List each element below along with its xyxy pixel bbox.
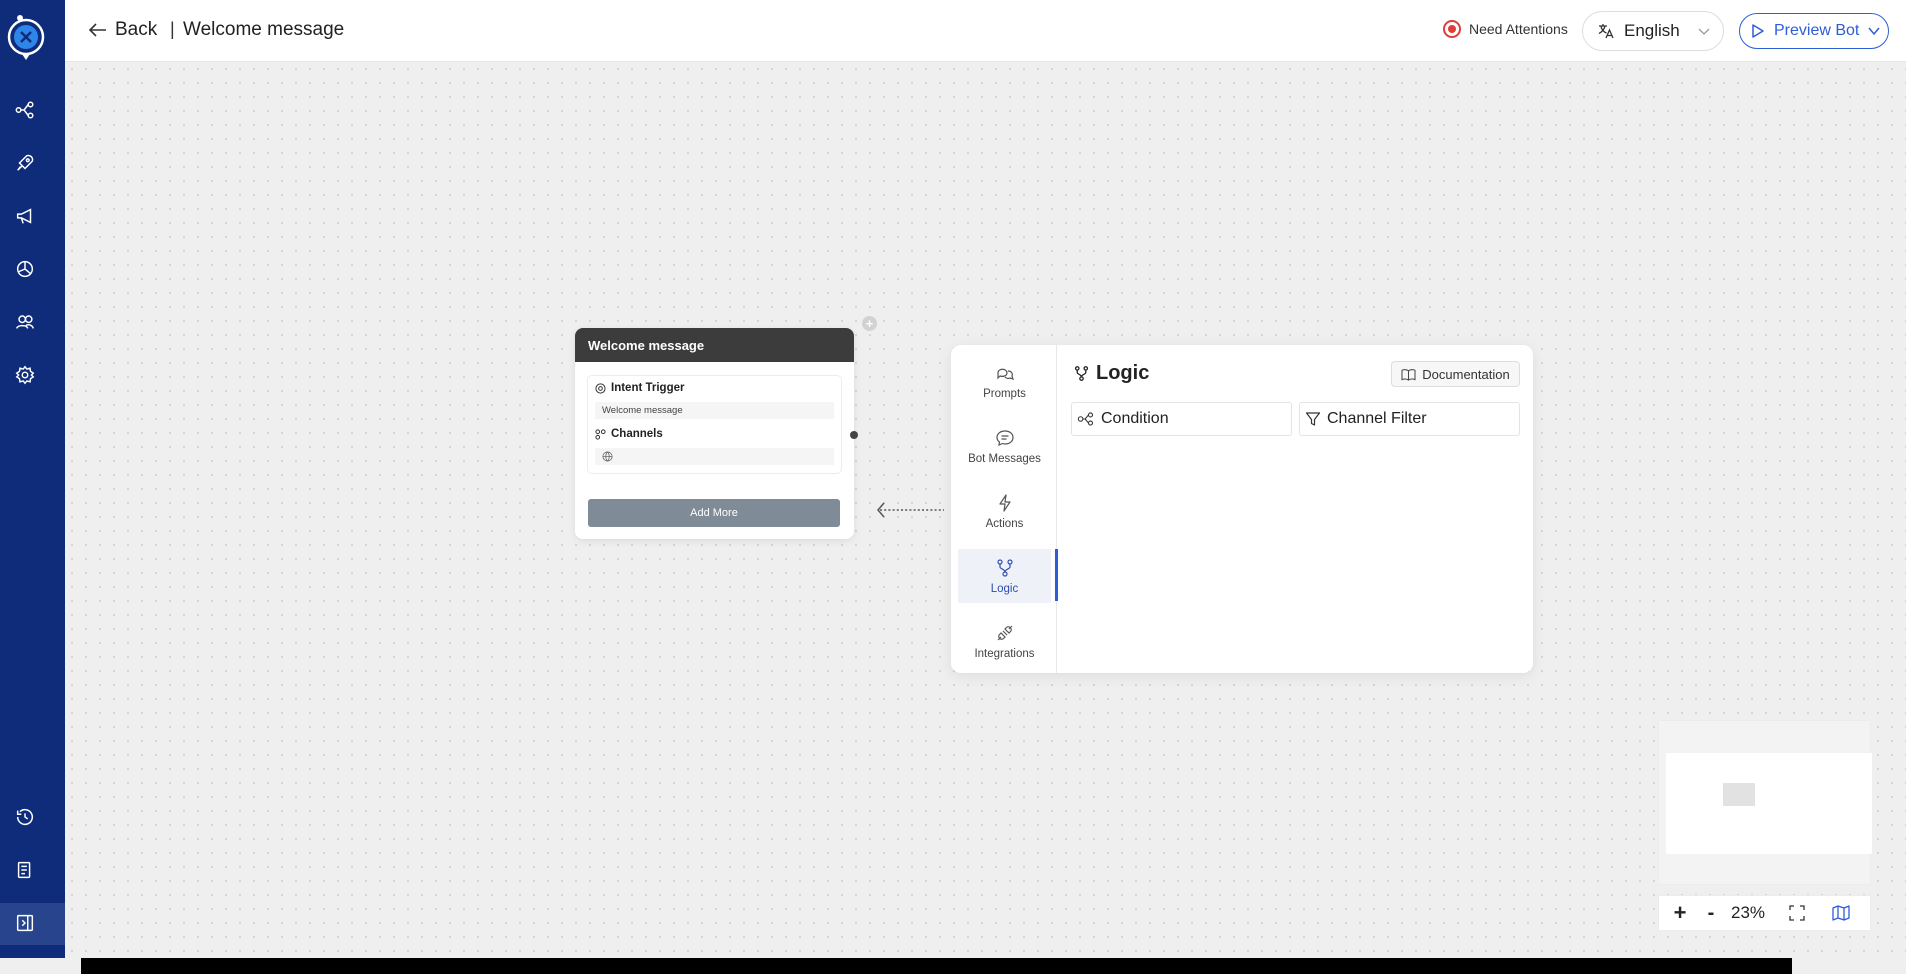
analytics-icon[interactable] — [12, 256, 38, 282]
chevron-down-icon — [1698, 28, 1710, 35]
fullscreen-icon — [1789, 905, 1805, 921]
minimap[interactable] — [1658, 720, 1872, 885]
intent-value: Welcome message — [595, 402, 834, 419]
nav-prompts[interactable]: Prompts — [958, 354, 1051, 408]
channels-label: Channels — [611, 428, 663, 440]
logo-icon[interactable] — [6, 12, 50, 64]
globe-icon — [602, 451, 613, 462]
zoom-out-button[interactable]: - — [1701, 895, 1721, 931]
node-content: Intent Trigger Welcome message Channels — [587, 375, 842, 474]
users-icon[interactable] — [12, 309, 38, 335]
channel-filter-label: Channel Filter — [1327, 410, 1427, 427]
zoom-level: 23% — [1721, 895, 1775, 931]
breadcrumb-separator: | — [170, 19, 175, 39]
chevron-down-icon — [1868, 27, 1880, 36]
chat-icon — [996, 368, 1014, 380]
condition-icon — [1077, 412, 1094, 426]
zoom-controls: + - 23% — [1658, 895, 1871, 931]
nav-actions-label: Actions — [985, 517, 1024, 530]
welcome-message-node[interactable]: Welcome message Intent Trigger Welcome m… — [575, 328, 854, 539]
nav-integrations[interactable]: Integrations — [958, 614, 1051, 668]
rocket-icon[interactable] — [12, 150, 38, 176]
nav-bot-messages-label: Bot Messages — [968, 452, 1041, 465]
connector-arrow — [877, 502, 944, 518]
megaphone-icon[interactable] — [12, 203, 38, 229]
collapse-icon[interactable] — [12, 910, 38, 936]
nav-bot-messages[interactable]: Bot Messages — [958, 419, 1051, 473]
zoom-in-button[interactable]: + — [1659, 895, 1701, 931]
condition-label: Condition — [1101, 410, 1169, 427]
nav-actions[interactable]: Actions — [958, 484, 1051, 538]
intent-trigger-label: Intent Trigger — [611, 382, 685, 394]
nav-logic[interactable]: Logic — [958, 549, 1051, 603]
preview-bot-label: Preview Bot — [1774, 22, 1860, 39]
filter-icon — [1305, 412, 1321, 426]
settings-icon[interactable] — [12, 362, 38, 388]
channels-heading: Channels — [595, 428, 663, 440]
panel-title-label: Logic — [1096, 362, 1150, 384]
sidebar — [0, 0, 65, 958]
target-icon — [595, 382, 606, 394]
lightning-icon — [998, 493, 1011, 512]
map-icon — [1832, 905, 1850, 921]
need-attentions-button[interactable]: Need Attentions — [1443, 20, 1568, 38]
nav-active-indicator — [1055, 549, 1058, 601]
logic-icon — [1074, 366, 1089, 381]
node-output-port[interactable] — [850, 431, 858, 439]
need-attentions-label: Need Attentions — [1469, 21, 1568, 37]
page-title: Welcome message — [183, 19, 345, 40]
book-icon — [1401, 368, 1416, 381]
arrow-left-icon — [89, 23, 106, 37]
channels-icon — [595, 428, 606, 440]
add-step-panel: Prompts Bot Messages Actions Logic Integ… — [951, 345, 1533, 673]
minimap-toggle-button[interactable] — [1819, 895, 1863, 931]
zoom-level-label: 23% — [1730, 903, 1766, 922]
channel-filter-option[interactable]: Channel Filter — [1299, 402, 1520, 436]
play-icon — [1752, 24, 1764, 38]
plug-icon — [997, 625, 1012, 640]
flow-icon[interactable] — [12, 97, 38, 123]
back-button[interactable]: Back — [89, 19, 157, 41]
translate-icon — [1598, 24, 1614, 39]
language-label: English — [1624, 21, 1680, 40]
channels-field — [595, 448, 834, 465]
preview-bot-button[interactable]: Preview Bot — [1739, 13, 1889, 49]
documentation-button[interactable]: Documentation — [1391, 361, 1520, 387]
minimap-viewport — [1666, 753, 1872, 854]
panel-nav: Prompts Bot Messages Actions Logic Integ… — [951, 345, 1057, 673]
back-label: Back — [115, 19, 158, 40]
bottom-bar — [81, 958, 1792, 974]
message-icon — [995, 429, 1014, 446]
nav-integrations-label: Integrations — [974, 647, 1035, 660]
documentation-label: Documentation — [1422, 366, 1510, 382]
nav-prompts-label: Prompts — [983, 387, 1026, 400]
alert-icon — [1443, 20, 1461, 38]
logic-icon — [996, 558, 1013, 577]
nav-logic-label: Logic — [990, 582, 1019, 595]
history-icon[interactable] — [12, 804, 38, 830]
add-node-icon[interactable]: + — [862, 316, 877, 331]
language-select[interactable]: English — [1582, 11, 1724, 51]
intent-trigger-heading: Intent Trigger — [595, 382, 684, 394]
top-header: Back | Welcome message Need Attentions E… — [65, 0, 1906, 62]
fit-screen-button[interactable] — [1775, 895, 1819, 931]
add-more-button[interactable]: Add More — [588, 499, 840, 527]
panel-title: Logic — [1073, 362, 1149, 385]
condition-option[interactable]: Condition — [1071, 402, 1292, 436]
node-title: Welcome message — [575, 328, 854, 362]
document-icon[interactable] — [12, 857, 38, 883]
minimap-node — [1723, 783, 1755, 806]
